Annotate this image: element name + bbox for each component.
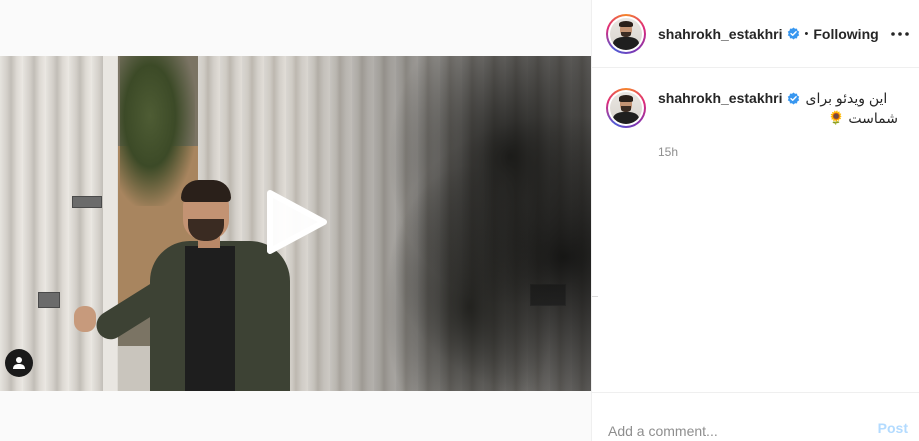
- play-button[interactable]: [264, 189, 328, 255]
- person-shirt: [185, 246, 235, 391]
- person-hair: [181, 180, 231, 202]
- video-scene-post: [103, 56, 117, 391]
- person-hand: [74, 306, 96, 332]
- more-options-icon: [891, 32, 909, 36]
- divider: [592, 296, 598, 297]
- play-icon: [267, 190, 327, 254]
- caption-body: shahrokh_estakhri این ویدئو برای شماست 🌻…: [658, 88, 898, 162]
- more-options-button[interactable]: [888, 22, 912, 46]
- post-header: shahrokh_estakhri • Following: [592, 0, 919, 68]
- avatar-body: [613, 37, 639, 50]
- verified-badge-icon: [787, 92, 800, 105]
- comment-input[interactable]: [608, 423, 858, 439]
- post-comment-button[interactable]: Post: [878, 420, 908, 436]
- caption-avatar-image: [610, 92, 642, 124]
- sunflower-emoji: 🌻: [828, 110, 845, 125]
- avatar[interactable]: [606, 13, 646, 54]
- post-details-panel: shahrokh_estakhri • Following shahrokh_e…: [591, 0, 919, 441]
- video-scene-lock: [72, 196, 102, 208]
- avatar-hair: [618, 95, 634, 102]
- header-user-info: shahrokh_estakhri • Following: [658, 26, 879, 42]
- user-tag-icon: [13, 357, 25, 369]
- caption-avatar[interactable]: [606, 88, 646, 128]
- avatar-beard: [620, 106, 632, 112]
- avatar-body: [613, 111, 639, 124]
- video-scene-left-wall: [0, 56, 118, 391]
- caption-text: این ویدئو برای: [805, 90, 888, 106]
- post-timestamp[interactable]: 15h: [658, 142, 898, 162]
- avatar-border: [608, 15, 644, 52]
- separator-dot: •: [804, 27, 809, 40]
- post-caption: shahrokh_estakhri این ویدئو برای شماست 🌻…: [592, 88, 919, 162]
- avatar-image: [610, 17, 642, 50]
- caption-avatar-border: [608, 90, 644, 126]
- comment-bar: Post: [592, 392, 919, 441]
- caption-text-continued: شماست: [848, 110, 898, 126]
- verified-badge-icon: [787, 27, 800, 40]
- username-link[interactable]: shahrokh_estakhri: [658, 26, 783, 42]
- video-scene-foliage: [320, 56, 591, 391]
- caption-first-line: shahrokh_estakhri این ویدئو برای: [658, 88, 898, 108]
- avatar-hair: [618, 20, 634, 28]
- following-button[interactable]: Following: [813, 26, 878, 42]
- video-scene-switch-box: [38, 292, 60, 308]
- caption-username-link[interactable]: shahrokh_estakhri: [658, 88, 783, 108]
- caption-second-line: شماست 🌻: [658, 108, 898, 128]
- video-scene-tree: [120, 56, 195, 206]
- media-column: [0, 0, 591, 441]
- tagged-users-button[interactable]: [5, 349, 33, 377]
